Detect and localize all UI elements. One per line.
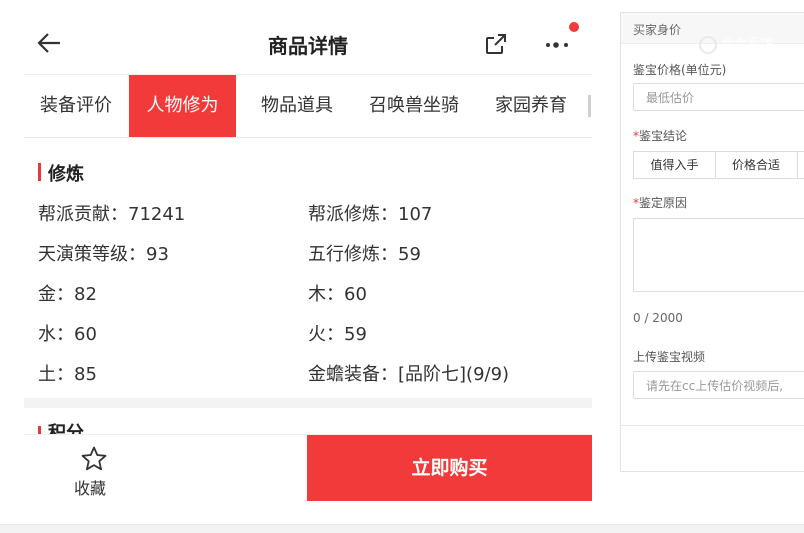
notification-dot (569, 22, 579, 32)
stat-item: 五行修炼：59 (308, 244, 421, 265)
buy-now-button[interactable]: 立即购买 (307, 435, 592, 501)
section-title: 修炼 (38, 160, 84, 186)
appraisal-form-panel: 买家身价 合合面馆 鉴宝价格(单位元) 最低估价 *鉴宝结论 值得入手 价格合适… (620, 12, 804, 472)
video-input[interactable]: 请先在cc上传估价视频后, (633, 371, 804, 399)
video-label: 上传鉴宝视频 (633, 350, 706, 364)
conclusion-label: *鉴宝结论 (633, 127, 687, 144)
star-icon[interactable] (80, 445, 108, 473)
watermark: 合合面馆 (699, 33, 773, 54)
char-counter: 0 / 2000 (633, 311, 683, 325)
conclusion-option[interactable]: 值得入手 (634, 152, 716, 178)
tab-equipment-review[interactable]: 装备评价 (24, 75, 128, 137)
stat-item: 帮派修炼：107 (308, 204, 433, 225)
price-input[interactable]: 最低估价 (633, 83, 804, 111)
panel-footer-divider (621, 425, 804, 426)
tab-home[interactable]: 家园养育 (476, 75, 586, 137)
bottom-action-bar: 收藏 立即购买 (24, 434, 592, 501)
conclusion-option[interactable]: 价格合适 (715, 152, 798, 178)
tab-pets-mounts[interactable]: 召唤兽坐骑 (352, 75, 476, 137)
tab-scroll-edge (588, 95, 591, 117)
price-label: 鉴宝价格(单位元) (633, 63, 727, 77)
tab-items[interactable]: 物品道具 (242, 75, 352, 137)
stat-item: 木：60 (308, 284, 367, 305)
section-title-text: 修炼 (48, 164, 84, 185)
watermark-logo-icon (699, 35, 717, 54)
conclusion-options: 值得入手 价格合适 (633, 151, 804, 179)
stat-item: 金：82 (38, 284, 97, 305)
stat-item: 金蟾装备：[品阶七](9/9) (308, 364, 510, 385)
reason-textarea[interactable] (633, 218, 804, 292)
section-title-bar (38, 426, 41, 434)
stat-item: 土：85 (38, 364, 97, 385)
section-title-bar (38, 163, 41, 181)
stat-item: 帮派贡献：71241 (38, 204, 186, 225)
tab-bar: 装备评价 人物修为 物品道具 召唤兽坐骑 家园养育 (24, 74, 592, 138)
next-section-title-text: 积分 (48, 423, 84, 435)
stat-item: 火：59 (308, 324, 367, 345)
panel-header-text: 买家身价 (633, 23, 682, 37)
more-icon[interactable] (544, 40, 572, 50)
conclusion-label-text: 鉴宝结论 (639, 129, 688, 143)
stat-item: 天演策等级：93 (38, 244, 169, 265)
favorite-label[interactable]: 收藏 (74, 475, 106, 499)
tab-character-cultivation[interactable]: 人物修为 (129, 75, 236, 137)
section-divider (24, 398, 592, 408)
stat-item: 水：60 (38, 324, 97, 345)
next-section-title: 积分 (38, 422, 158, 434)
reason-label-text: 鉴定原因 (639, 196, 688, 210)
reason-label: *鉴定原因 (633, 194, 687, 211)
top-header: 商品详情 (24, 12, 592, 74)
watermark-text: 合合面馆 (721, 37, 774, 52)
share-icon[interactable] (484, 32, 508, 56)
mobile-page: 商品详情 装备评价 人物修为 物品道具 召唤兽坐骑 家园养育 修炼 帮派贡献：7… (0, 0, 592, 532)
